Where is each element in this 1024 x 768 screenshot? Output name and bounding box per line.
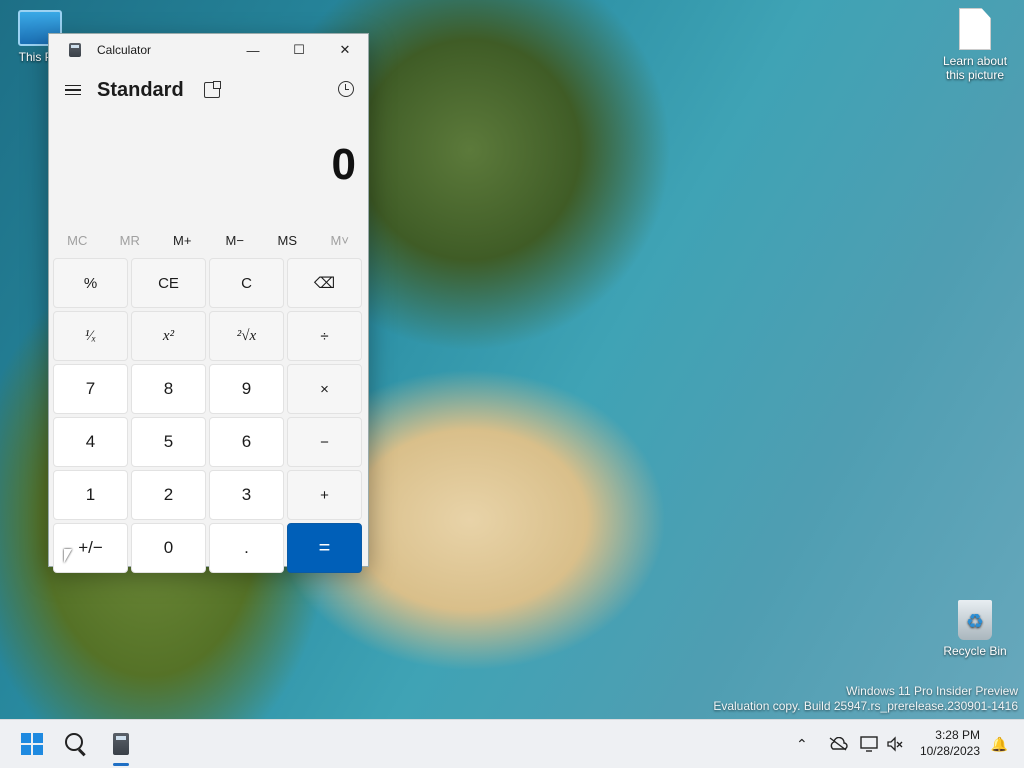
history-icon[interactable] <box>338 81 354 97</box>
taskbar-calculator-button[interactable] <box>105 728 137 760</box>
watermark-line-1: Windows 11 Pro Insider Preview <box>846 684 1018 698</box>
backspace-button[interactable]: ⌫ <box>287 258 362 308</box>
square-button[interactable]: x² <box>131 311 206 361</box>
clock-date: 10/28/2023 <box>919 744 980 758</box>
display-value: 0 <box>331 140 356 189</box>
display-icon[interactable] <box>860 720 878 768</box>
percent-button[interactable]: % <box>53 258 128 308</box>
digit-5-button[interactable]: 5 <box>131 417 206 467</box>
divide-button[interactable]: ÷ <box>287 311 362 361</box>
windows-logo-icon <box>21 733 43 755</box>
calculator-icon <box>113 733 129 755</box>
digit-4-button[interactable]: 4 <box>53 417 128 467</box>
window-title: Calculator <box>97 43 152 57</box>
clear-entry-button[interactable]: CE <box>131 258 206 308</box>
maximize-button[interactable]: ☐ <box>276 34 322 66</box>
digit-0-button[interactable]: 0 <box>131 523 206 573</box>
active-app-indicator <box>113 763 129 766</box>
keep-on-top-icon[interactable] <box>203 81 221 98</box>
digit-1-button[interactable]: 1 <box>53 470 128 520</box>
os-watermark: Windows 11 Pro Insider Preview Evaluatio… <box>713 684 1018 714</box>
keypad: % CE C ⌫ ¹⁄ₓ x² ²√x ÷ 7 8 9 × 4 5 6 − 1 … <box>49 256 368 573</box>
close-button[interactable]: ✕ <box>322 34 368 66</box>
watermark-line-2: Evaluation copy. Build 25947.rs_prerelea… <box>713 699 1018 713</box>
desktop-icon-label: Learn about this picture <box>942 54 1008 82</box>
desktop-icon-label: Recycle Bin <box>943 644 1007 658</box>
memory-list-button[interactable]: M˅ <box>314 224 367 256</box>
notification-bell-icon[interactable]: 🔔 <box>991 736 1008 753</box>
chevron-up-icon: ⌃ <box>796 735 808 752</box>
memory-recall-button[interactable]: MR <box>104 224 157 256</box>
decimal-button[interactable]: . <box>209 523 284 573</box>
digit-7-button[interactable]: 7 <box>53 364 128 414</box>
digit-6-button[interactable]: 6 <box>209 417 284 467</box>
menu-icon[interactable] <box>65 82 81 99</box>
show-hidden-icons-button[interactable]: ⌃ <box>796 720 808 768</box>
clear-button[interactable]: C <box>209 258 284 308</box>
display-area: 0 <box>49 114 368 224</box>
digit-2-button[interactable]: 2 <box>131 470 206 520</box>
digit-8-button[interactable]: 8 <box>131 364 206 414</box>
document-icon <box>959 8 991 50</box>
clock[interactable]: 3:28 PM 10/28/2023 <box>920 727 980 759</box>
desktop-icon-learn-picture[interactable]: Learn about this picture <box>935 8 1015 82</box>
memory-add-button[interactable]: M+ <box>156 224 209 256</box>
taskbar: ⌃ 3:28 PM 10/28/2023 🔔 <box>0 719 1024 768</box>
multiply-button[interactable]: × <box>287 364 362 414</box>
memory-store-button[interactable]: MS <box>261 224 314 256</box>
mode-title: Standard <box>97 78 184 101</box>
equals-button[interactable]: = <box>287 523 362 573</box>
desktop-icon-recycle-bin[interactable]: Recycle Bin <box>935 600 1015 658</box>
title-bar[interactable]: Calculator — ☐ ✕ <box>49 34 368 66</box>
mouse-cursor-icon <box>64 549 72 563</box>
memory-row: MC MR M+ M− MS M˅ <box>49 224 368 256</box>
minimize-button[interactable]: — <box>230 34 276 66</box>
calculator-window: Calculator — ☐ ✕ Standard 0 MC MR M+ M− … <box>48 33 369 573</box>
digit-9-button[interactable]: 9 <box>209 364 284 414</box>
search-button[interactable] <box>60 728 92 760</box>
negate-button[interactable]: +/− <box>53 523 128 573</box>
volume-muted-icon[interactable] <box>886 720 904 768</box>
clock-time: 3:28 PM <box>935 728 980 742</box>
square-root-button[interactable]: ²√x <box>209 311 284 361</box>
calculator-header: Standard <box>49 66 368 114</box>
reciprocal-button[interactable]: ¹⁄ₓ <box>53 311 128 361</box>
search-icon <box>65 733 83 751</box>
add-button[interactable]: + <box>287 470 362 520</box>
calculator-app-icon <box>69 43 81 57</box>
onedrive-icon[interactable] <box>828 720 848 768</box>
memory-subtract-button[interactable]: M− <box>209 224 262 256</box>
subtract-button[interactable]: − <box>287 417 362 467</box>
start-button[interactable] <box>16 728 48 760</box>
memory-clear-button[interactable]: MC <box>51 224 104 256</box>
recycle-bin-icon <box>958 600 992 640</box>
digit-3-button[interactable]: 3 <box>209 470 284 520</box>
